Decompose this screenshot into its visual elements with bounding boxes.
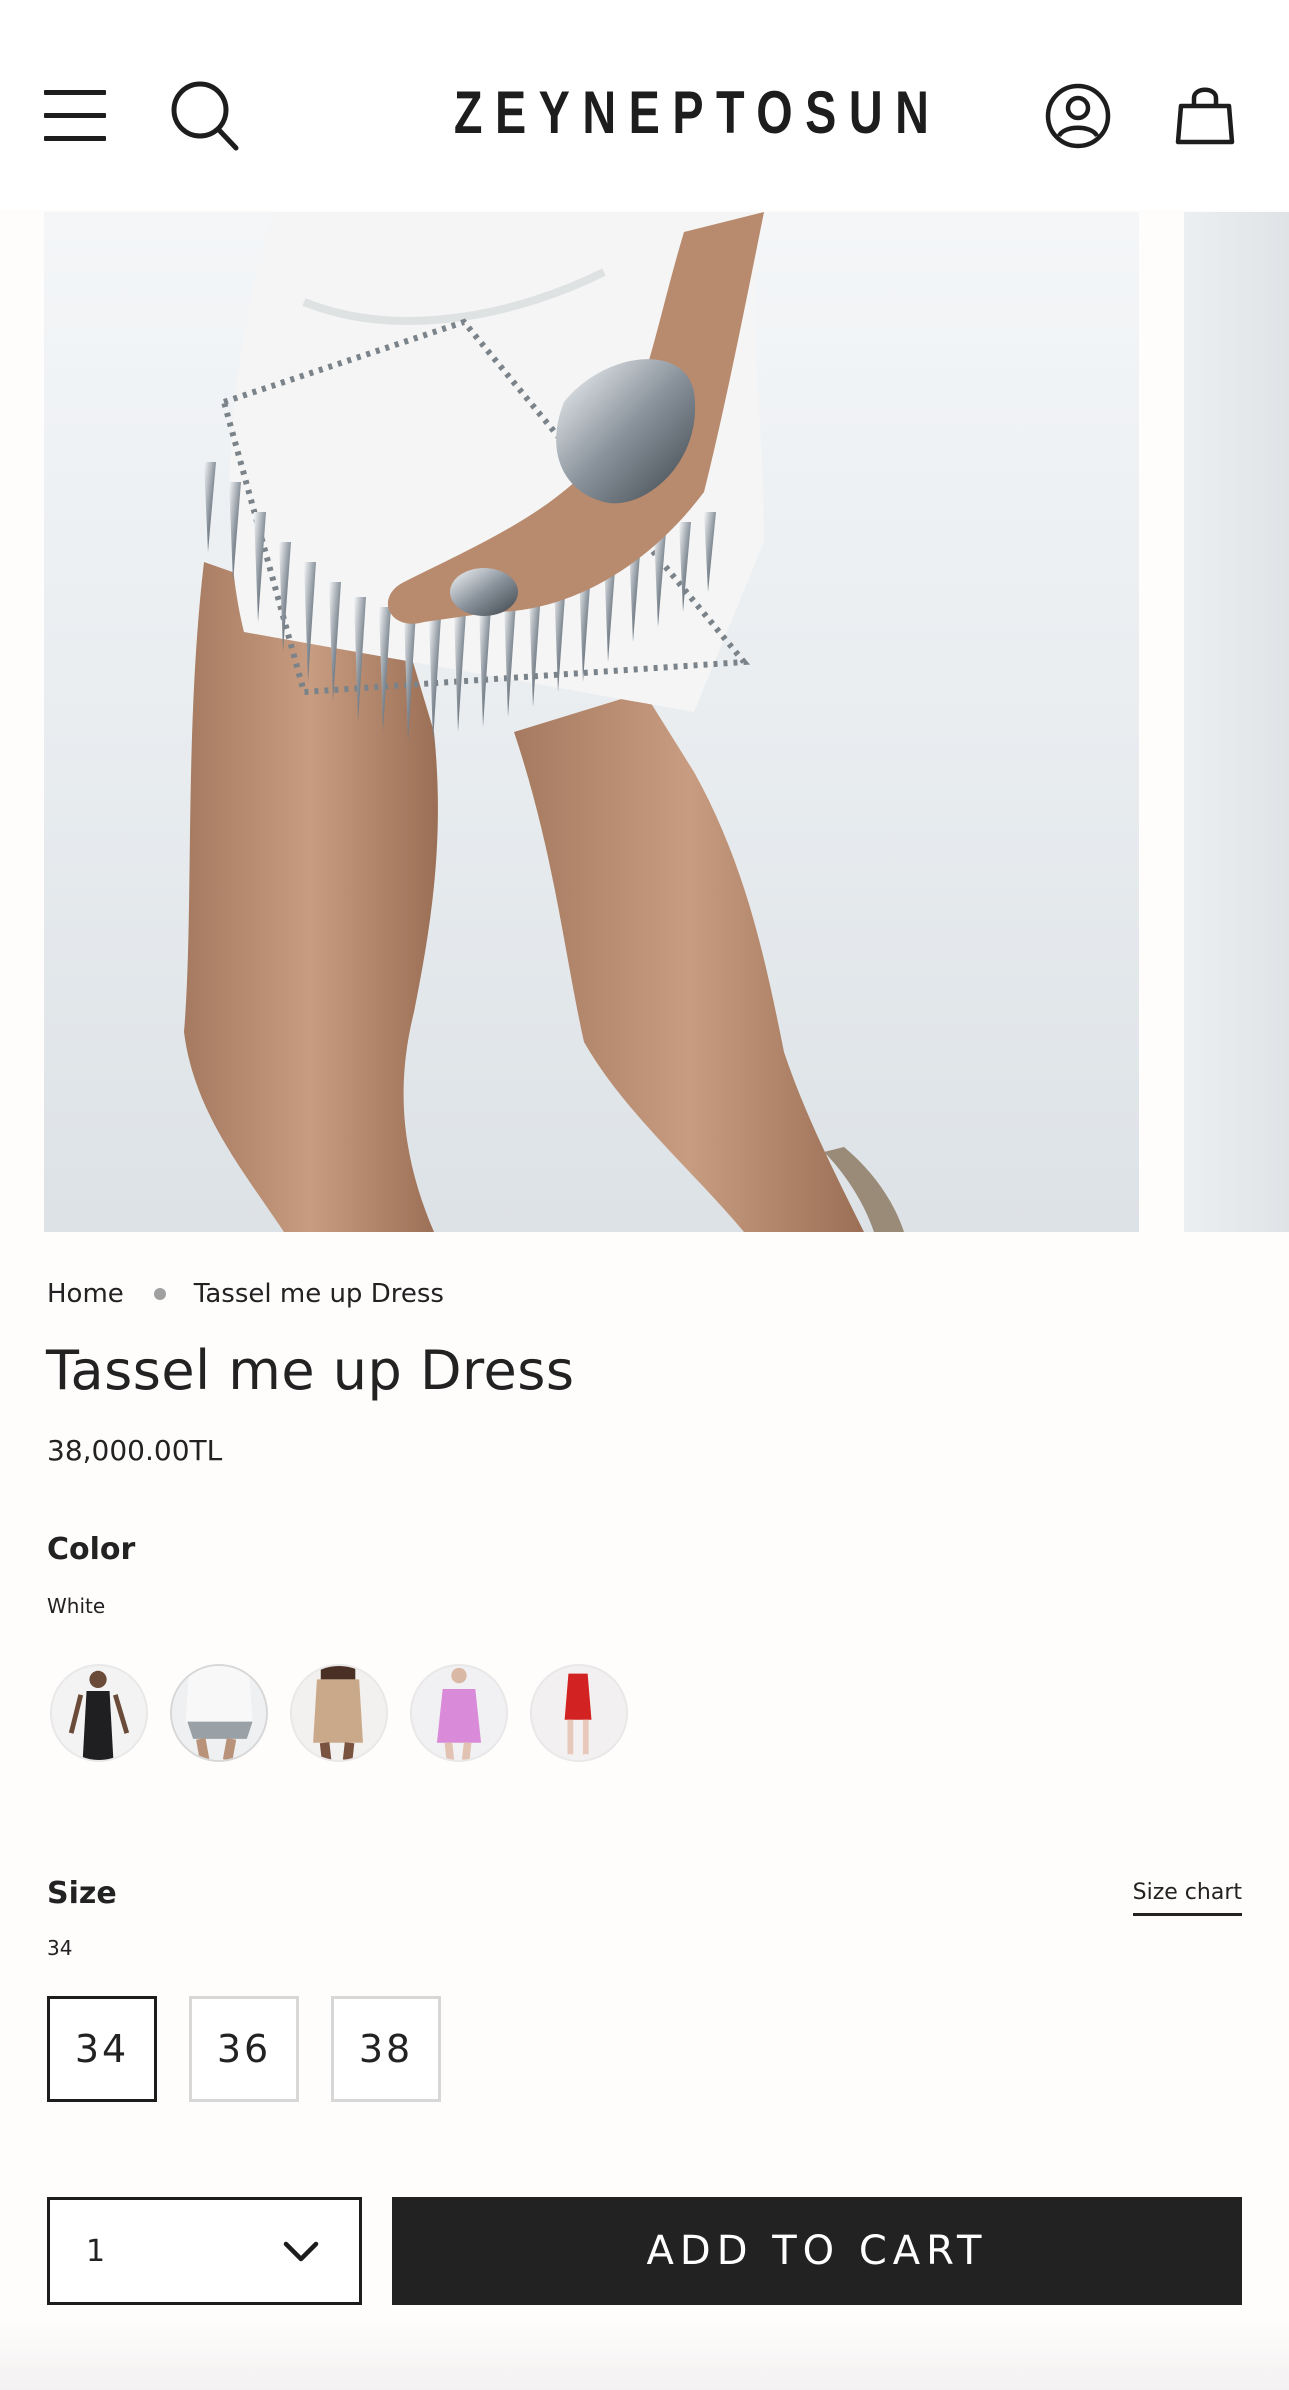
size-chart-link[interactable]: Size chart (1132, 1880, 1242, 1916)
search-icon[interactable] (170, 80, 240, 152)
color-swatch-black[interactable] (50, 1664, 148, 1762)
color-swatches (50, 1664, 628, 1762)
product-image[interactable] (44, 212, 1139, 1232)
size-options: 34 36 38 (47, 1996, 441, 2102)
add-to-cart-button[interactable]: ADD TO CART (392, 2197, 1242, 2305)
product-title: Tassel me up Dress (46, 1339, 575, 1402)
color-label: Color (47, 1532, 136, 1567)
menu-icon[interactable] (44, 88, 108, 141)
color-swatch-red[interactable] (530, 1664, 628, 1762)
cart-icon[interactable] (1172, 82, 1238, 148)
color-swatch-white[interactable] (170, 1664, 268, 1762)
breadcrumb-home-link[interactable]: Home (47, 1279, 124, 1309)
breadcrumb-separator (153, 1288, 166, 1300)
chevron-down-icon (283, 2241, 319, 2262)
size-option-38[interactable]: 38 (331, 1996, 441, 2102)
size-selected-value: 34 (47, 1936, 73, 1960)
product-price: 38,000.00TL (47, 1434, 223, 1467)
color-selected-value: White (47, 1594, 106, 1618)
account-icon[interactable] (1044, 82, 1112, 150)
brand-logo[interactable]: ZEYNEPTOSUN (454, 78, 929, 148)
page-bottom-fade (0, 2320, 1289, 2390)
product-gallery[interactable] (0, 212, 1289, 1232)
breadcrumb: Home Tassel me up Dress (47, 1278, 444, 1310)
quantity-select[interactable]: 1 (47, 2197, 362, 2305)
color-swatch-pink[interactable] (410, 1664, 508, 1762)
breadcrumb-current: Tassel me up Dress (193, 1279, 444, 1309)
size-option-34[interactable]: 34 (47, 1996, 157, 2102)
quantity-value: 1 (86, 2234, 106, 2269)
next-product-image[interactable] (1184, 212, 1289, 1232)
size-option-36[interactable]: 36 (189, 1996, 299, 2102)
site-header: ZEYNEPTOSUN (0, 0, 1289, 210)
size-label: Size (47, 1876, 117, 1911)
color-swatch-beige[interactable] (290, 1664, 388, 1762)
